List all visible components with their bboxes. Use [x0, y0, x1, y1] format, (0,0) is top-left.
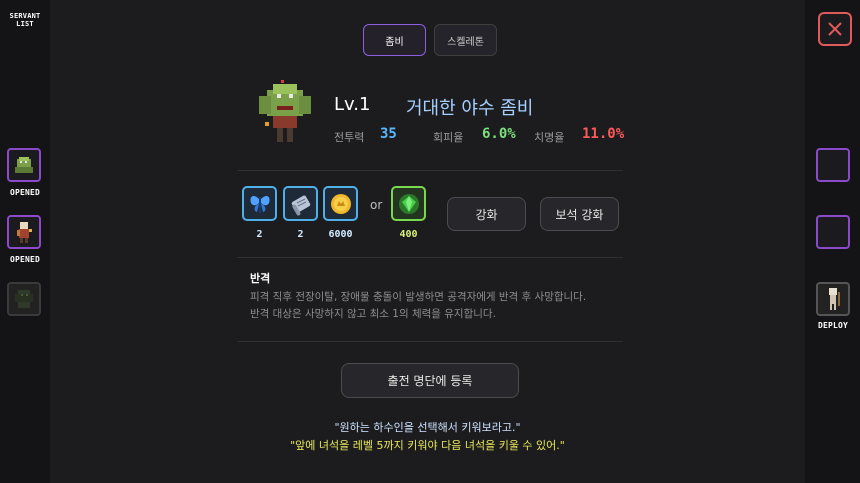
gold-count: 6000: [328, 229, 353, 240]
deploy-slot-1[interactable]: [816, 148, 850, 182]
divider-bottom: [237, 341, 623, 342]
servant-list-title-line1: SERVANT: [9, 12, 41, 20]
close-button[interactable]: [818, 12, 852, 46]
servant-slot-3-locked[interactable]: [7, 282, 41, 316]
locked-servant-silhouette-icon: [15, 290, 33, 308]
butterfly-material-slot: [242, 186, 277, 221]
tab-zombie[interactable]: 좀비: [363, 24, 426, 56]
combat-power-value: 35: [380, 126, 397, 142]
deploy-slot-3[interactable]: [816, 282, 850, 316]
deploy-label: DEPLOY: [817, 321, 849, 330]
divider-top: [237, 170, 623, 171]
zombie-servant-icon: [15, 157, 33, 173]
green-gem-icon: [398, 193, 419, 214]
crit-rate-value: 11.0%: [582, 126, 625, 142]
evasion-label: 회피율: [433, 131, 464, 144]
scroll-material-slot: [283, 186, 318, 221]
servant-list-title: SERVANT LIST: [0, 12, 50, 28]
giant-beast-zombie-portrait: [259, 80, 311, 142]
upgrade-button[interactable]: 강화: [447, 197, 526, 231]
npc-quote-line1: "원하는 하수인을 선택해서 키워보라고.": [334, 421, 521, 434]
butterfly-icon: [249, 195, 270, 213]
servant-slot-2-status: OPENED: [9, 255, 41, 264]
gem-material-slot: [391, 186, 426, 221]
skeleton-archer-servant-icon: [17, 222, 32, 243]
tab-skeleton[interactable]: 스켈레톤: [434, 24, 497, 56]
combat-power-label: 전투력: [334, 131, 365, 144]
servant-list-title-line2: LIST: [16, 20, 34, 28]
gold-coin-icon: [330, 193, 351, 214]
register-roster-button[interactable]: 출전 명단에 등록: [341, 363, 519, 398]
skill-title: 반격: [250, 272, 271, 285]
gem-count: 400: [399, 229, 418, 240]
close-icon: [828, 22, 842, 36]
skeleton-deploy-icon: [829, 288, 840, 310]
servant-slot-1[interactable]: [7, 148, 41, 182]
butterfly-count: 2: [256, 229, 263, 240]
gem-upgrade-button[interactable]: 보석 강화: [540, 197, 619, 231]
gold-material-slot: [323, 186, 358, 221]
or-label: or: [370, 198, 383, 212]
unit-level: Lv.1: [334, 94, 371, 115]
unit-name: 거대한 야수 좀비: [406, 98, 534, 119]
divider-middle: [237, 257, 623, 258]
npc-quote-line2: "앞에 녀석을 레벨 5까지 키워야 다음 녀석을 키울 수 있어.": [290, 439, 565, 452]
scroll-icon: [291, 195, 310, 216]
skill-description-line2: 반격 대상은 사망하지 않고 최소 1의 체력을 유지합니다.: [250, 308, 496, 320]
servant-slot-2[interactable]: [7, 215, 41, 249]
deploy-sidebar: DEPLOY: [805, 0, 860, 483]
servant-slot-1-status: OPENED: [9, 188, 41, 197]
evasion-value: 6.0%: [482, 126, 516, 142]
skill-description-line1: 피격 직후 전장이탈, 장애물 충돌이 발생하면 공격자에게 반격 후 사망합니…: [250, 291, 587, 303]
deploy-slot-2[interactable]: [816, 215, 850, 249]
servant-detail-panel: 좀비 스켈레톤 Lv.1 거대한 야수 좀비 전투력 35 회피율 6.0% 치…: [50, 0, 805, 483]
crit-rate-label: 치명율: [534, 131, 565, 144]
scroll-count: 2: [297, 229, 304, 240]
servant-list-sidebar: SERVANT LIST OPENED OPENED: [0, 0, 50, 483]
